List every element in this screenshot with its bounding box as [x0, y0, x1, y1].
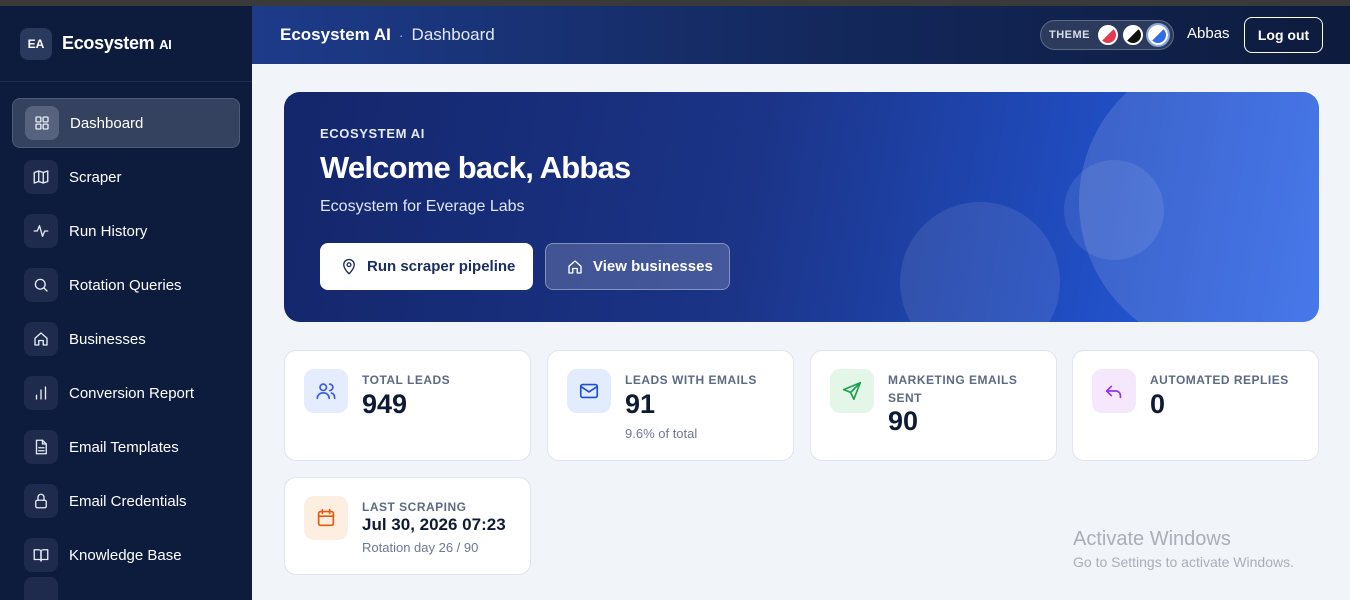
- sidebar-item-label: Email Credentials: [69, 492, 187, 510]
- sidebar-item-email-credentials[interactable]: Email Credentials: [12, 476, 240, 526]
- sidebar-item-partial[interactable]: [12, 577, 240, 600]
- sidebar-item-run-history[interactable]: Run History: [12, 206, 240, 256]
- sidebar-item-label: Rotation Queries: [69, 276, 182, 294]
- breadcrumb-app[interactable]: Ecosystem AI: [280, 25, 391, 45]
- sidebar: EA Ecosystem AI Dashboard Scraper Run Hi…: [0, 6, 252, 600]
- view-businesses-label: View businesses: [593, 258, 713, 275]
- stat-value: 90: [888, 406, 919, 436]
- user-name: Abbas: [1187, 25, 1230, 42]
- calendar-icon: [304, 496, 348, 540]
- sidebar-item-knowledge-base[interactable]: Knowledge Base: [12, 530, 240, 580]
- brand[interactable]: EA Ecosystem AI: [0, 6, 252, 82]
- hero-subtitle: Ecosystem for Everage Labs: [320, 198, 525, 215]
- stat-value: 91: [625, 389, 656, 419]
- send-icon: [830, 369, 874, 413]
- theme-blue-swatch[interactable]: [1148, 25, 1168, 45]
- home-icon: [568, 259, 582, 274]
- decor-circle: [1064, 160, 1164, 260]
- grid-icon: [25, 106, 59, 140]
- stat-card-leads-with-emails: LEADS WITH EMAILS 91 9.6% of total: [547, 350, 794, 461]
- theme-red-swatch[interactable]: [1098, 25, 1118, 45]
- home-icon: [24, 322, 58, 356]
- brand-name-suffix: AI: [159, 37, 172, 52]
- stat-label: LAST SCRAPING: [362, 500, 467, 514]
- brand-name-text: Ecosystem: [62, 33, 155, 53]
- theme-black-swatch[interactable]: [1123, 25, 1143, 45]
- stat-label: MARKETING EMAILS SENT: [888, 373, 1018, 405]
- watermark-title: Activate Windows: [1073, 528, 1231, 550]
- search-icon: [24, 268, 58, 302]
- file-text-icon: [24, 430, 58, 464]
- stat-value: Jul 30, 2026 07:23: [362, 515, 506, 534]
- sidebar-item-label: Run History: [69, 222, 148, 240]
- stat-label: AUTOMATED REPLIES: [1150, 373, 1289, 387]
- sidebar-item-label: Email Templates: [69, 438, 179, 456]
- sidebar-item-scraper[interactable]: Scraper: [12, 152, 240, 202]
- sidebar-nav: Dashboard Scraper Run History Rotation Q…: [0, 82, 252, 600]
- stat-note: 9.6% of total: [625, 426, 698, 441]
- sidebar-item-email-templates[interactable]: Email Templates: [12, 422, 240, 472]
- stat-card-total-leads: TOTAL LEADS 949: [284, 350, 531, 461]
- stat-value: 0: [1150, 389, 1166, 419]
- map-icon: [24, 160, 58, 194]
- cut-off-icon: [24, 577, 58, 600]
- breadcrumb-page: Dashboard: [411, 25, 495, 44]
- activate-windows-watermark: Activate Windows Go to Settings to activ…: [1073, 528, 1294, 570]
- sidebar-item-label: Dashboard: [70, 114, 144, 132]
- stat-label: TOTAL LEADS: [362, 373, 451, 387]
- breadcrumb-separator: ·: [398, 27, 404, 43]
- stat-value: 949: [362, 389, 408, 419]
- hero-title: Welcome back, Abbas: [320, 150, 631, 185]
- sidebar-item-label: Conversion Report: [69, 384, 195, 402]
- sidebar-item-conversion-report[interactable]: Conversion Report: [12, 368, 240, 418]
- lock-icon: [24, 484, 58, 518]
- stat-note: Rotation day 26 / 90: [362, 540, 479, 555]
- brand-name: Ecosystem AI: [62, 33, 172, 54]
- activity-icon: [24, 214, 58, 248]
- sidebar-item-dashboard[interactable]: Dashboard: [12, 98, 240, 148]
- sidebar-item-businesses[interactable]: Businesses: [12, 314, 240, 364]
- sidebar-item-label: Scraper: [69, 168, 122, 186]
- watermark-subtitle: Go to Settings to activate Windows.: [1073, 554, 1294, 570]
- stat-card-last-scraping: LAST SCRAPING Jul 30, 2026 07:23 Rotatio…: [284, 477, 531, 575]
- sidebar-item-rotation-queries[interactable]: Rotation Queries: [12, 260, 240, 310]
- stat-label: LEADS WITH EMAILS: [625, 373, 757, 387]
- hero-kicker: ECOSYSTEM AI: [320, 126, 425, 141]
- sidebar-item-label: Businesses: [69, 330, 146, 348]
- run-scraper-label: Run scraper pipeline: [367, 258, 516, 275]
- view-businesses-button[interactable]: View businesses: [545, 243, 730, 290]
- theme-label: THEME: [1049, 29, 1090, 41]
- sidebar-item-label: Knowledge Base: [69, 546, 182, 564]
- welcome-hero: ECOSYSTEM AI Welcome back, Abbas Ecosyst…: [284, 92, 1319, 322]
- logout-button[interactable]: Log out: [1244, 17, 1323, 53]
- theme-switcher: THEME: [1040, 20, 1174, 50]
- users-icon: [304, 369, 348, 413]
- map-pin-icon: [343, 258, 355, 274]
- book-open-icon: [24, 538, 58, 572]
- decor-circle: [900, 202, 1060, 322]
- top-header: Ecosystem AI · Dashboard THEME Abbas Log…: [252, 6, 1350, 64]
- bar-chart-icon: [24, 376, 58, 410]
- stat-card-marketing-emails: MARKETING EMAILS SENT 90: [810, 350, 1057, 461]
- run-scraper-button[interactable]: Run scraper pipeline: [320, 243, 533, 290]
- reply-icon: [1092, 369, 1136, 413]
- mail-icon: [567, 369, 611, 413]
- stat-card-automated-replies: AUTOMATED REPLIES 0: [1072, 350, 1319, 461]
- brand-badge: EA: [20, 27, 52, 60]
